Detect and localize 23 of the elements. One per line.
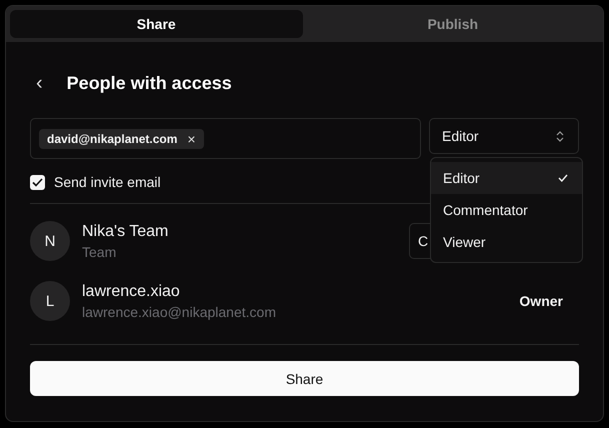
avatar: N: [30, 221, 70, 261]
check-icon: [558, 174, 568, 182]
back-button[interactable]: ‹: [30, 73, 49, 93]
person-detail: lawrence.xiao@nikaplanet.com: [82, 304, 277, 320]
person-name: Nika's Team: [82, 222, 170, 240]
tab[interactable]: Publish: [306, 10, 599, 38]
menu-item[interactable]: Commentator: [431, 194, 582, 226]
share-button[interactable]: Share: [30, 361, 579, 396]
menu-item[interactable]: Viewer: [431, 226, 582, 258]
person-detail: Team: [82, 244, 118, 260]
avatar: L: [30, 281, 70, 321]
role-select[interactable]: Editor: [429, 118, 579, 154]
invite-field[interactable]: david@nikaplanet.com ×: [30, 118, 421, 159]
menu-item[interactable]: Editor: [431, 162, 582, 194]
role-label: Owner: [519, 293, 563, 309]
checkbox[interactable]: [30, 174, 45, 190]
person-name: lawrence.xiao: [82, 282, 181, 300]
chevron-updown-icon: [556, 130, 564, 142]
tab[interactable]: Share: [10, 10, 302, 38]
chip-label: david@nikaplanet.com: [47, 132, 178, 146]
dialog-title: People with access: [66, 72, 232, 94]
remove-button[interactable]: ×: [187, 132, 196, 146]
checkbox-label: Send invite email: [54, 174, 161, 190]
